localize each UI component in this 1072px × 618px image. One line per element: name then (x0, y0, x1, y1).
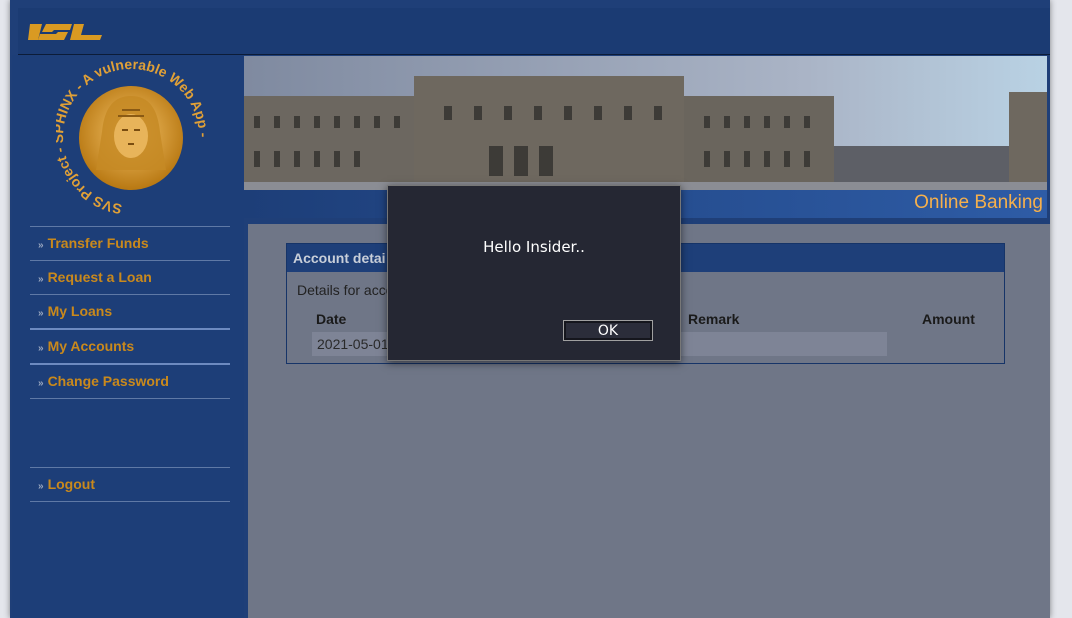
alert-dialog: Hello Insider.. OK (387, 185, 681, 361)
dialog-message: Hello Insider.. (483, 238, 585, 256)
ok-button[interactable]: OK (563, 320, 653, 341)
